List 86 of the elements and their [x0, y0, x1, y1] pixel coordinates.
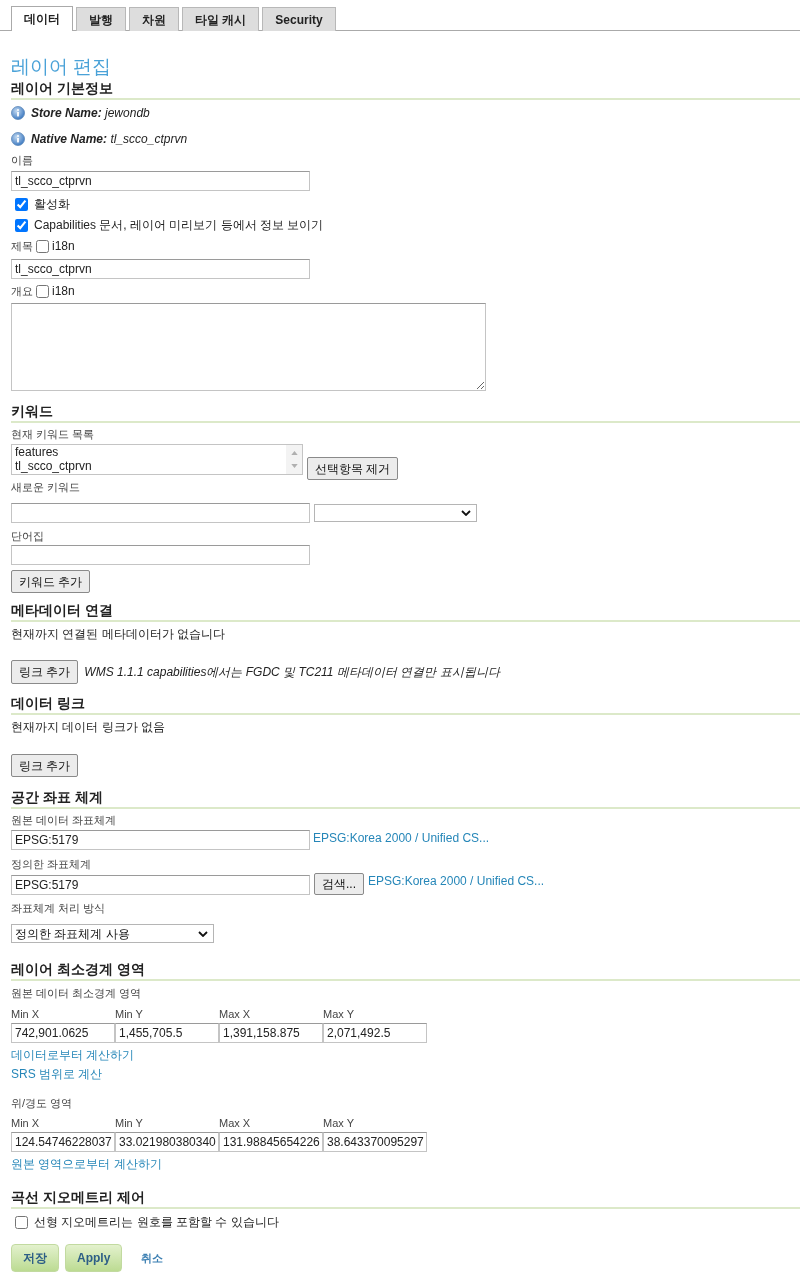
text-field[interactable]: tl_scco_ctprvn — [11, 171, 310, 191]
text-field[interactable]: 124.54746228037 — [11, 1132, 115, 1152]
section-heading: 곡선 지오메트리 제어 — [11, 1188, 145, 1206]
list-item[interactable]: features — [14, 445, 60, 459]
chevron-down-icon — [461, 510, 471, 516]
text-field[interactable]: 1,455,705.5 — [115, 1023, 219, 1043]
text-field[interactable]: 33.021980380340 — [115, 1132, 219, 1152]
field-label: 위/경도 영역 — [11, 1096, 73, 1110]
field-label: 원본 데이터 좌표체계 — [11, 813, 117, 827]
section-heading: 레이어 기본정보 — [11, 79, 113, 97]
keyword-listbox[interactable]: features tl_scco_ctprvn — [11, 444, 303, 475]
empty-message: 현재까지 데이터 링크가 없음 — [11, 719, 165, 735]
cancel-link[interactable]: 취소 — [141, 1250, 164, 1266]
checkbox-label: i18n — [52, 238, 75, 254]
scroll-up-icon — [290, 451, 298, 455]
page-title: 레이어 편집 — [11, 55, 112, 79]
text-field[interactable]: EPSG:5179 — [11, 830, 310, 850]
field-label: Min X — [11, 1007, 40, 1021]
field-label: 좌표체계 처리 방식 — [11, 901, 106, 915]
tab[interactable]: 발행 — [76, 7, 126, 31]
link[interactable]: SRS 범위로 계산 — [11, 1066, 103, 1082]
textarea-field[interactable] — [11, 303, 486, 391]
link[interactable]: 데이터로부터 계산하기 — [11, 1047, 135, 1063]
section-heading: 레이어 최소경계 영역 — [11, 960, 145, 978]
button[interactable]: 키워드 추가 — [11, 570, 91, 593]
button[interactable]: 저장 — [11, 1244, 59, 1272]
tab[interactable]: 데이터 — [11, 6, 73, 31]
text-field[interactable]: 131.98845654226 — [219, 1132, 323, 1152]
info-text: Native Name: tl_scco_ctprvn — [31, 131, 188, 147]
text-field[interactable]: tl_scco_ctprvn — [11, 259, 310, 279]
field-label: 현재 키워드 목록 — [11, 427, 95, 441]
button[interactable]: 선택항목 제거 — [307, 457, 399, 480]
checkbox-label: i18n — [52, 283, 75, 299]
field-label: 단어집 — [11, 529, 44, 543]
checkbox[interactable] — [36, 284, 49, 298]
chevron-down-icon — [198, 930, 208, 937]
text-field[interactable] — [11, 545, 310, 565]
info-text: Store Name: jewondb — [31, 105, 150, 121]
field-label: Max X — [219, 1007, 251, 1021]
field-label: Min Y — [115, 1007, 143, 1021]
info-icon — [11, 132, 25, 146]
tab[interactable]: Security — [262, 7, 336, 31]
text-field[interactable] — [11, 503, 310, 523]
field-label: 이름 — [11, 153, 33, 167]
field-label: Max Y — [323, 1007, 354, 1021]
field-label: 정의한 좌표체계 — [11, 857, 92, 871]
field-label: 새로운 키워드 — [11, 480, 81, 494]
checkbox[interactable] — [15, 218, 28, 232]
note-text: WMS 1.1.1 capabilities에서는 FGDC 및 TC211 메타데이터 연결만 표시됩니다 — [84, 664, 500, 680]
link[interactable]: 원본 영역으로부터 계산하기 — [11, 1156, 162, 1172]
field-label: 제목 — [11, 239, 33, 254]
field-label: Min X — [11, 1116, 40, 1130]
button[interactable]: 링크 추가 — [11, 660, 79, 684]
text-field[interactable]: 38.643370095297 — [323, 1132, 427, 1152]
info-icon — [11, 106, 25, 120]
tab[interactable]: 차원 — [129, 7, 179, 31]
field-label: Min Y — [115, 1116, 143, 1130]
link[interactable]: EPSG:Korea 2000 / Unified CS... — [313, 830, 490, 846]
empty-message: 현재까지 연결된 메타데이터가 없습니다 — [11, 626, 225, 642]
text-field[interactable]: 1,391,158.875 — [219, 1023, 323, 1043]
button[interactable]: Apply — [65, 1244, 123, 1272]
field-label: Max X — [219, 1116, 251, 1130]
checkbox[interactable] — [15, 197, 28, 211]
checkbox-label: 활성화 — [34, 196, 70, 212]
section-heading: 공간 좌표 체계 — [11, 788, 103, 806]
tab[interactable]: 타일 캐시 — [182, 7, 260, 31]
text-field[interactable]: EPSG:5179 — [11, 875, 310, 895]
checkbox-label: 선형 지오메트리는 원호를 포함할 수 있습니다 — [34, 1214, 279, 1230]
dropdown[interactable]: 정의한 좌표체계 사용 — [11, 924, 214, 943]
checkbox[interactable] — [15, 1215, 28, 1229]
scroll-down-icon — [290, 464, 298, 468]
link[interactable]: EPSG:Korea 2000 / Unified CS... — [368, 873, 545, 889]
checkbox-label: Capabilities 문서, 레이어 미리보기 등에서 정보 보이기 — [34, 217, 324, 233]
section-heading: 메타데이터 연결 — [11, 601, 113, 619]
text-field[interactable]: 2,071,492.5 — [323, 1023, 427, 1043]
list-item[interactable]: tl_scco_ctprvn — [14, 459, 93, 473]
field-label: Max Y — [323, 1116, 354, 1130]
section-heading: 키워드 — [11, 402, 53, 420]
section-heading: 데이터 링크 — [11, 694, 85, 712]
scrollbar[interactable] — [286, 445, 302, 474]
field-label: 개요 — [11, 284, 33, 299]
button[interactable]: 링크 추가 — [11, 754, 79, 777]
button[interactable]: 검색... — [314, 873, 364, 895]
text-field[interactable]: 742,901.0625 — [11, 1023, 115, 1043]
field-label: 원본 데이터 최소경계 영역 — [11, 986, 142, 1000]
checkbox[interactable] — [36, 239, 49, 253]
